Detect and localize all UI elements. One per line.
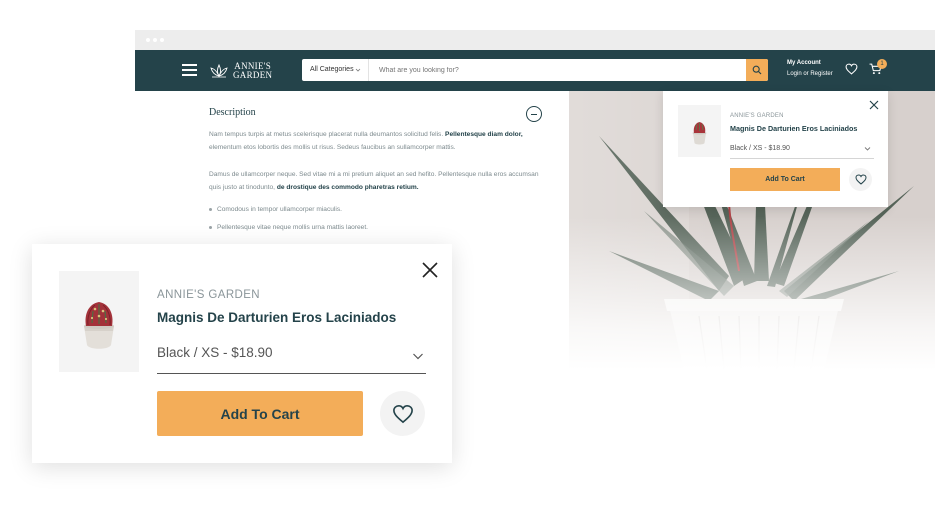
close-icon[interactable] bbox=[869, 97, 879, 115]
product-thumbnail bbox=[678, 105, 721, 157]
chevron-down-icon bbox=[412, 350, 424, 365]
window-dot bbox=[146, 38, 150, 42]
cart-count-badge: 1 bbox=[877, 59, 887, 69]
heart-icon bbox=[854, 174, 867, 185]
search-bar: All Categories bbox=[302, 59, 768, 81]
product-brand: ANNIE'S GARDEN bbox=[730, 113, 784, 119]
account-link[interactable]: My Account Login or Register bbox=[787, 58, 833, 80]
mini-add-to-cart-popup: ANNIE'S GARDEN Magnis De Darturien Eros … bbox=[663, 91, 888, 207]
site-logo[interactable]: ANNIE'S GARDEN bbox=[209, 58, 291, 84]
product-title: Magnis De Darturien Eros Laciniados bbox=[730, 124, 858, 133]
add-to-cart-button[interactable]: Add To Cart bbox=[730, 168, 840, 191]
account-title: My Account bbox=[787, 60, 821, 66]
description-title: Description bbox=[209, 107, 256, 118]
window-dot bbox=[153, 38, 157, 42]
window-dot bbox=[160, 38, 164, 42]
search-button[interactable] bbox=[746, 59, 768, 81]
wishlist-heart-icon[interactable] bbox=[845, 62, 858, 80]
menu-icon[interactable] bbox=[182, 64, 197, 76]
wishlist-button[interactable] bbox=[380, 391, 425, 436]
variant-select[interactable]: Black / XS - $18.90 bbox=[157, 345, 426, 374]
add-to-cart-button[interactable]: Add To Cart bbox=[157, 391, 363, 436]
account-subtitle: Login or Register bbox=[787, 71, 833, 77]
list-item: Comodous in tempor ullamcorper miaculis. bbox=[209, 206, 342, 213]
search-icon bbox=[752, 65, 762, 75]
logo-lotus-icon bbox=[210, 64, 228, 78]
heart-icon bbox=[392, 404, 413, 423]
search-input[interactable] bbox=[374, 59, 744, 81]
chevron-down-icon bbox=[355, 59, 361, 91]
collapse-minus-icon[interactable] bbox=[526, 106, 542, 122]
product-thumbnail bbox=[59, 271, 139, 372]
list-item: Pellentesque vitae neque mollis urna mat… bbox=[209, 224, 368, 231]
add-to-cart-popup: ANNIE'S GARDEN Magnis De Darturien Eros … bbox=[32, 244, 452, 463]
screenshot-stage: ANNIE'S GARDEN All Categories What are y… bbox=[0, 0, 935, 526]
wishlist-button[interactable] bbox=[849, 168, 872, 191]
site-header: ANNIE'S GARDEN All Categories What are y… bbox=[135, 50, 935, 91]
product-title: Magnis De Darturien Eros Laciniados bbox=[157, 310, 397, 325]
category-select[interactable]: All Categories bbox=[302, 59, 369, 81]
chevron-down-icon bbox=[864, 145, 871, 154]
variant-select[interactable]: Black / XS - $18.90 bbox=[730, 145, 874, 159]
browser-chrome bbox=[135, 30, 935, 50]
logo-text: ANNIE'S GARDEN bbox=[233, 61, 273, 80]
close-icon[interactable] bbox=[421, 261, 439, 284]
product-brand: ANNIE'S GARDEN bbox=[157, 289, 261, 301]
cactus-pot-image bbox=[692, 122, 707, 145]
cactus-pot-image bbox=[84, 302, 114, 349]
description-paragraph: Nam tempus turpis at metus scelerisque p… bbox=[209, 131, 523, 151]
description-paragraph: Damus de ullamcorper neque. Sed vitae mi… bbox=[209, 171, 539, 191]
